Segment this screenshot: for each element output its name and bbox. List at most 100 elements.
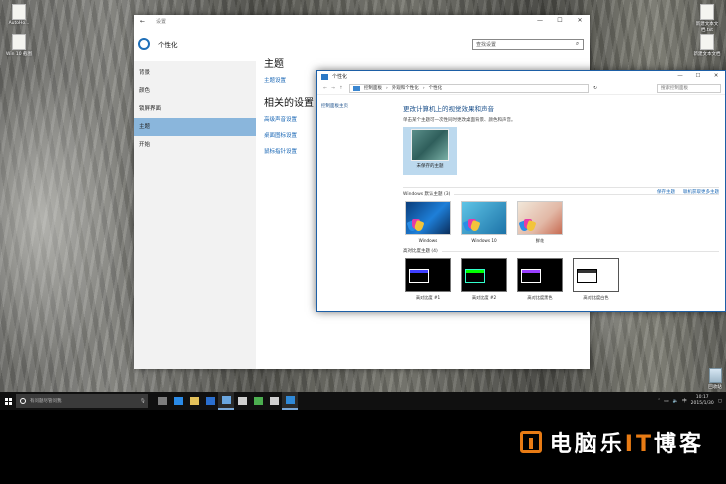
nav-item-themes[interactable]: 主题 [134, 118, 256, 136]
breadcrumb-personalization[interactable]: 个性化 [429, 85, 443, 91]
theme-thumbnail [461, 201, 507, 235]
theme-thumbnail [405, 258, 451, 292]
cortana-search-box[interactable]: 有问题尽管问我 🎙 [16, 394, 148, 408]
cp-window-title: 个性化 [332, 74, 348, 80]
settings-search-placeholder: 查找设置 [476, 41, 497, 48]
nav-item-background[interactable]: 背景 [134, 64, 256, 82]
nav-item-colors[interactable]: 颜色 [134, 82, 256, 100]
forward-arrow-icon[interactable]: → [329, 86, 337, 91]
address-bar-row: ← → ↑ 控制面板 › 外观和个性化 › 个性化 ↻ 搜索控制面板 [317, 82, 725, 95]
high-contrast-header: 高对比度主题 (4) [403, 248, 719, 254]
brand-text: 电脑乐IT博客 [550, 426, 704, 458]
theme-high-contrast-black[interactable]: 高对比度黑色 [517, 258, 563, 301]
brand-text-it: IT [624, 432, 654, 457]
back-arrow-icon[interactable]: ← [321, 86, 329, 91]
nav-item-start[interactable]: 开始 [134, 136, 256, 154]
default-themes-label: Windows 默认主题 (3) [403, 192, 451, 197]
cp-search-placeholder: 搜索控制面板 [661, 86, 688, 91]
settings-app-icon[interactable] [218, 392, 234, 410]
theme-label: Windows 10 [471, 238, 497, 243]
recycle-bin-icon [708, 368, 722, 383]
file-icon [700, 34, 714, 50]
photos-icon[interactable] [250, 392, 266, 410]
brand-logo-icon [519, 431, 542, 453]
brand-text-pre: 电脑乐 [549, 432, 625, 457]
close-button[interactable]: ✕ [570, 15, 590, 27]
theme-unsaved[interactable]: 未保存的主题 [403, 127, 457, 175]
maximize-button[interactable]: ☐ [550, 15, 570, 27]
store-icon[interactable] [202, 392, 218, 410]
up-arrow-icon[interactable]: ↑ [337, 86, 345, 91]
theme-label: 高对比度 #1 [415, 295, 441, 300]
desktop-icon-label: 回收站 [708, 385, 722, 390]
desktop-icon-recycle-bin[interactable]: 回收站 [698, 368, 726, 390]
taskbar-apps [154, 392, 298, 410]
chevron-up-icon[interactable]: ˄ [658, 399, 660, 404]
system-tray: ˄ ▭ 🔈 中 10:17 2015/1/30 ▢ [658, 395, 726, 407]
theme-label: 高对比度 #2 [471, 295, 497, 300]
app-icon[interactable] [266, 392, 282, 410]
theme-windows-10[interactable]: Windows 10 [461, 201, 507, 244]
breadcrumb-appearance[interactable]: 外观和个性化 [392, 85, 419, 91]
maximize-button[interactable]: ☐ [689, 71, 707, 82]
theme-label: 鲜花 [535, 238, 545, 243]
save-theme-link[interactable]: 保存主题 [657, 189, 675, 195]
theme-high-contrast-white[interactable]: 高对比度白色 [573, 258, 619, 301]
clock[interactable]: 10:17 2015/1/30 [691, 395, 714, 407]
cp-search-input[interactable]: 搜索控制面板 [657, 83, 721, 93]
high-contrast-label: 高对比度主题 (4) [403, 249, 438, 254]
breadcrumb-control-panel[interactable]: 控制面板 [364, 85, 382, 91]
theme-high-contrast-2[interactable]: 高对比度 #2 [461, 258, 507, 301]
chevron-right-icon: › [422, 85, 425, 91]
theme-high-contrast-1[interactable]: 高对比度 #1 [405, 258, 451, 301]
address-bar[interactable]: 控制面板 › 外观和个性化 › 个性化 [349, 83, 589, 93]
control-panel-home-link[interactable]: 控制面板主页 [321, 103, 397, 109]
high-contrast-list: 高对比度 #1 高对比度 #2 高对比度黑色 高对比度白色 [405, 258, 719, 301]
desktop-icon-textdoc-2[interactable]: 新建文本文档 [690, 34, 724, 57]
settings-page-title: 个性化 [158, 41, 178, 49]
taskbar: 有问题尽管问我 🎙 ˄ ▭ 🔈 中 10:17 2015/1/30 ▢ [0, 392, 726, 410]
control-panel-icon [353, 85, 360, 91]
file-explorer-icon[interactable] [186, 392, 202, 410]
default-themes-list: Windows Windows 10 鲜花 [405, 201, 719, 244]
edge-browser-icon[interactable] [170, 392, 186, 410]
settings-search-input[interactable]: 查找设置 ⌕ [472, 38, 584, 50]
cp-titlebar[interactable]: 个性化 — ☐ ✕ [317, 71, 725, 82]
cortana-icon [20, 398, 26, 404]
control-panel-taskbar-icon[interactable] [282, 392, 298, 410]
desktop-icon-label: Win 10 截图 [5, 52, 33, 57]
cp-main: 更改计算机上的视觉效果和声音 单击某个主题可一次性同时更改桌面背景、颜色和声音。… [403, 103, 719, 301]
theme-flowers[interactable]: 鲜花 [517, 201, 563, 244]
network-icon[interactable]: ▭ [664, 399, 668, 404]
minimize-button[interactable]: — [671, 71, 689, 82]
task-view-icon[interactable] [154, 392, 170, 410]
notifications-icon[interactable]: ▢ [718, 399, 722, 404]
get-more-themes-link[interactable]: 联机获取更多主题 [683, 189, 719, 195]
refresh-icon[interactable]: ↻ [591, 86, 599, 91]
desktop-icon-textdoc[interactable]: 新建文本文档.txt [690, 4, 724, 33]
start-button[interactable] [0, 392, 16, 410]
desktop-icon-autoho[interactable]: AutoHo... [2, 4, 36, 26]
personalization-icon [321, 73, 328, 80]
search-icon[interactable]: ⌕ [572, 40, 583, 48]
file-icon [12, 4, 26, 20]
cortana-placeholder: 有问题尽管问我 [30, 399, 62, 404]
volume-icon[interactable]: 🔈 [673, 399, 679, 404]
clock-date: 2015/1/30 [690, 401, 714, 406]
settings-titlebar[interactable]: ← 设置 — ☐ ✕ [134, 15, 590, 27]
ime-icon[interactable]: 中 [682, 398, 687, 404]
desktop-icon-win10[interactable]: Win 10 截图 [2, 34, 36, 57]
watermark-logo: 电脑乐IT博客 [519, 426, 704, 458]
nav-item-lock-screen[interactable]: 锁屏界面 [134, 100, 256, 118]
close-button[interactable]: ✕ [707, 71, 725, 82]
settings-window-title: 设置 [156, 18, 167, 25]
section-title: 主题 [264, 59, 284, 70]
theme-label: 高对比度黑色 [527, 295, 553, 300]
minimize-button[interactable]: — [530, 15, 550, 27]
microphone-icon[interactable]: 🎙 [138, 399, 148, 404]
back-arrow-icon[interactable]: ← [140, 18, 150, 25]
app-icon[interactable] [234, 392, 250, 410]
theme-windows[interactable]: Windows [405, 201, 451, 244]
windows-logo-icon [4, 397, 12, 405]
theme-label: 高对比度白色 [583, 295, 609, 300]
